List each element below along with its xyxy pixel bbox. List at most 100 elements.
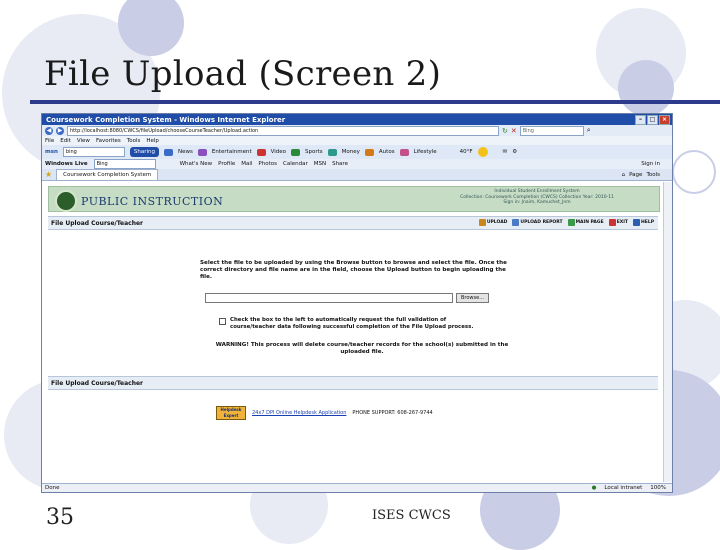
title-divider — [30, 100, 720, 104]
sports-icon[interactable] — [291, 148, 301, 156]
news-icon[interactable] — [164, 148, 174, 156]
menu-bar: File Edit View Favorites Tools Help — [42, 136, 672, 145]
weather-temp: 40°F — [459, 149, 473, 155]
support-row: Helpdesk Expert 24x7 DPI Online Helpdesk… — [216, 406, 433, 420]
toolbar-actions: UPLOAD UPLOAD REPORT MAIN PAGE EXIT HELP — [478, 219, 654, 226]
video-icon[interactable] — [256, 148, 266, 156]
home-icon[interactable]: ⌂ — [622, 172, 626, 178]
exit-label: EXIT — [616, 220, 628, 225]
status-bar: Done ● Local intranet 100% — [42, 483, 672, 492]
address-bar: ◀ ▶ http://localhost:8080/CWCS/fileUploa… — [42, 125, 672, 136]
close-icon[interactable]: × — [659, 115, 670, 125]
msn-item-video[interactable]: Video — [271, 149, 286, 155]
windows-live-label: Windows Live — [45, 161, 88, 167]
msn-item-entertainment[interactable]: Entertainment — [212, 149, 252, 155]
upload-report-label: UPLOAD REPORT — [520, 220, 563, 225]
phone-support: PHONE SUPPORT: 608-267-9744 — [352, 410, 433, 416]
help-button[interactable]: HELP — [632, 219, 654, 226]
help-icon — [632, 219, 640, 226]
validation-option: Check the box to the left to automatical… — [219, 317, 473, 331]
main-page-button[interactable]: MAIN PAGE — [567, 219, 604, 226]
msn-sharing-button[interactable]: Sharing — [129, 147, 160, 157]
validation-text-line2: course/teacher data following successful… — [230, 323, 474, 330]
upload-label: UPLOAD — [486, 220, 508, 225]
helpdesk-link[interactable]: 24x7 DPI Online Helpdesk Application — [252, 410, 346, 416]
report-icon — [512, 219, 520, 226]
search-icon[interactable]: ⌕ — [587, 126, 591, 135]
window-title: Coursework Completion System - Windows I… — [46, 115, 286, 124]
upload-instructions: Select the file to be uploaded by using … — [200, 260, 507, 280]
live-item-mail[interactable]: Mail — [241, 161, 252, 167]
status-text: Done — [45, 485, 60, 491]
sign-in-link[interactable]: Sign in — [641, 161, 660, 167]
validation-text-line1: Check the box to the left to automatical… — [230, 317, 447, 323]
upload-report-button[interactable]: UPLOAD REPORT — [512, 219, 563, 226]
helpdesk-logo[interactable]: Helpdesk Expert — [216, 406, 246, 420]
live-item-calendar[interactable]: Calendar — [283, 161, 308, 167]
menu-file[interactable]: File — [45, 138, 54, 144]
search-input[interactable]: Bing — [519, 125, 584, 136]
msn-search-input[interactable]: bing — [62, 147, 125, 157]
validation-checkbox[interactable] — [219, 318, 226, 325]
live-search-input[interactable]: Bing — [93, 159, 156, 169]
zone-text: Local intranet — [604, 485, 643, 491]
tab-bar: ★ Coursework Completion System ⌂ Page To… — [42, 169, 672, 181]
back-icon[interactable]: ◀ — [45, 126, 53, 135]
decor-circle — [618, 60, 674, 116]
app-banner: PUBLIC INSTRUCTION Individual Student En… — [48, 186, 660, 212]
weather-sun-icon — [477, 147, 488, 157]
money-icon[interactable] — [327, 148, 337, 156]
main-page-label: MAIN PAGE — [575, 220, 604, 225]
menu-favorites[interactable]: Favorites — [96, 138, 121, 144]
msn-item-money[interactable]: Money — [342, 149, 360, 155]
minimize-icon[interactable]: – — [635, 115, 646, 125]
section-header: File Upload Course/Teacher UPLOAD UPLOAD… — [48, 216, 658, 230]
entertainment-icon[interactable] — [197, 148, 207, 156]
live-item-photos[interactable]: Photos — [258, 161, 277, 167]
live-item-share[interactable]: Share — [332, 161, 348, 167]
msn-item-autos[interactable]: Autos — [379, 149, 395, 155]
exit-button[interactable]: EXIT — [608, 219, 628, 226]
live-item-msn[interactable]: MSN — [314, 161, 326, 167]
maximize-icon[interactable]: □ — [647, 115, 658, 125]
slide-title: File Upload (Screen 2) — [44, 54, 442, 94]
upload-icon — [478, 219, 486, 226]
main-page-icon — [567, 219, 575, 226]
header-info: Individual Student Enrollment System Col… — [447, 189, 627, 206]
page-menu[interactable]: Page — [629, 172, 642, 178]
zoom-level[interactable]: 100% — [650, 485, 666, 491]
tab-coursework[interactable]: Coursework Completion System — [56, 169, 159, 180]
autos-icon[interactable] — [364, 148, 374, 156]
browse-button[interactable]: Browse... — [456, 293, 489, 303]
footer-section-title: File Upload Course/Teacher — [51, 379, 144, 387]
menu-tools[interactable]: Tools — [127, 138, 141, 144]
window-controls: – □ × — [635, 115, 670, 125]
msn-toolbar: msn bing Sharing News Entertainment Vide… — [42, 145, 672, 159]
lifestyle-icon[interactable] — [399, 148, 409, 156]
help-label: HELP — [640, 220, 654, 225]
vertical-scrollbar[interactable] — [663, 182, 672, 482]
menu-view[interactable]: View — [77, 138, 90, 144]
upload-button[interactable]: UPLOAD — [478, 219, 508, 226]
refresh-icon[interactable]: ↻ — [502, 127, 508, 135]
logo-text: PUBLIC INSTRUCTION — [81, 194, 224, 208]
address-input[interactable]: http://localhost:8080/CWCS/fileUpload/ch… — [67, 125, 499, 136]
slide-number: 35 — [46, 505, 74, 530]
mail-icon[interactable]: ✉ — [503, 149, 508, 155]
file-path-input[interactable] — [205, 293, 453, 303]
warning-message: WARNING! This process will delete course… — [215, 342, 509, 355]
menu-edit[interactable]: Edit — [60, 138, 71, 144]
exit-icon — [608, 219, 616, 226]
menu-help[interactable]: Help — [146, 138, 159, 144]
tools-menu[interactable]: Tools — [646, 172, 660, 178]
favorites-star-icon[interactable]: ★ — [45, 170, 52, 179]
msn-item-lifestyle[interactable]: Lifestyle — [414, 149, 437, 155]
settings-gear-icon[interactable]: ⚙ — [512, 149, 517, 155]
slide-footer: ISES CWCS — [372, 508, 451, 523]
msn-item-sports[interactable]: Sports — [305, 149, 323, 155]
live-item-profile[interactable]: Profile — [218, 161, 235, 167]
live-item-whats-new[interactable]: What's New — [180, 161, 213, 167]
stop-icon[interactable]: ✕ — [511, 127, 517, 135]
msn-item-news[interactable]: News — [178, 149, 193, 155]
forward-icon[interactable]: ▶ — [56, 126, 64, 135]
